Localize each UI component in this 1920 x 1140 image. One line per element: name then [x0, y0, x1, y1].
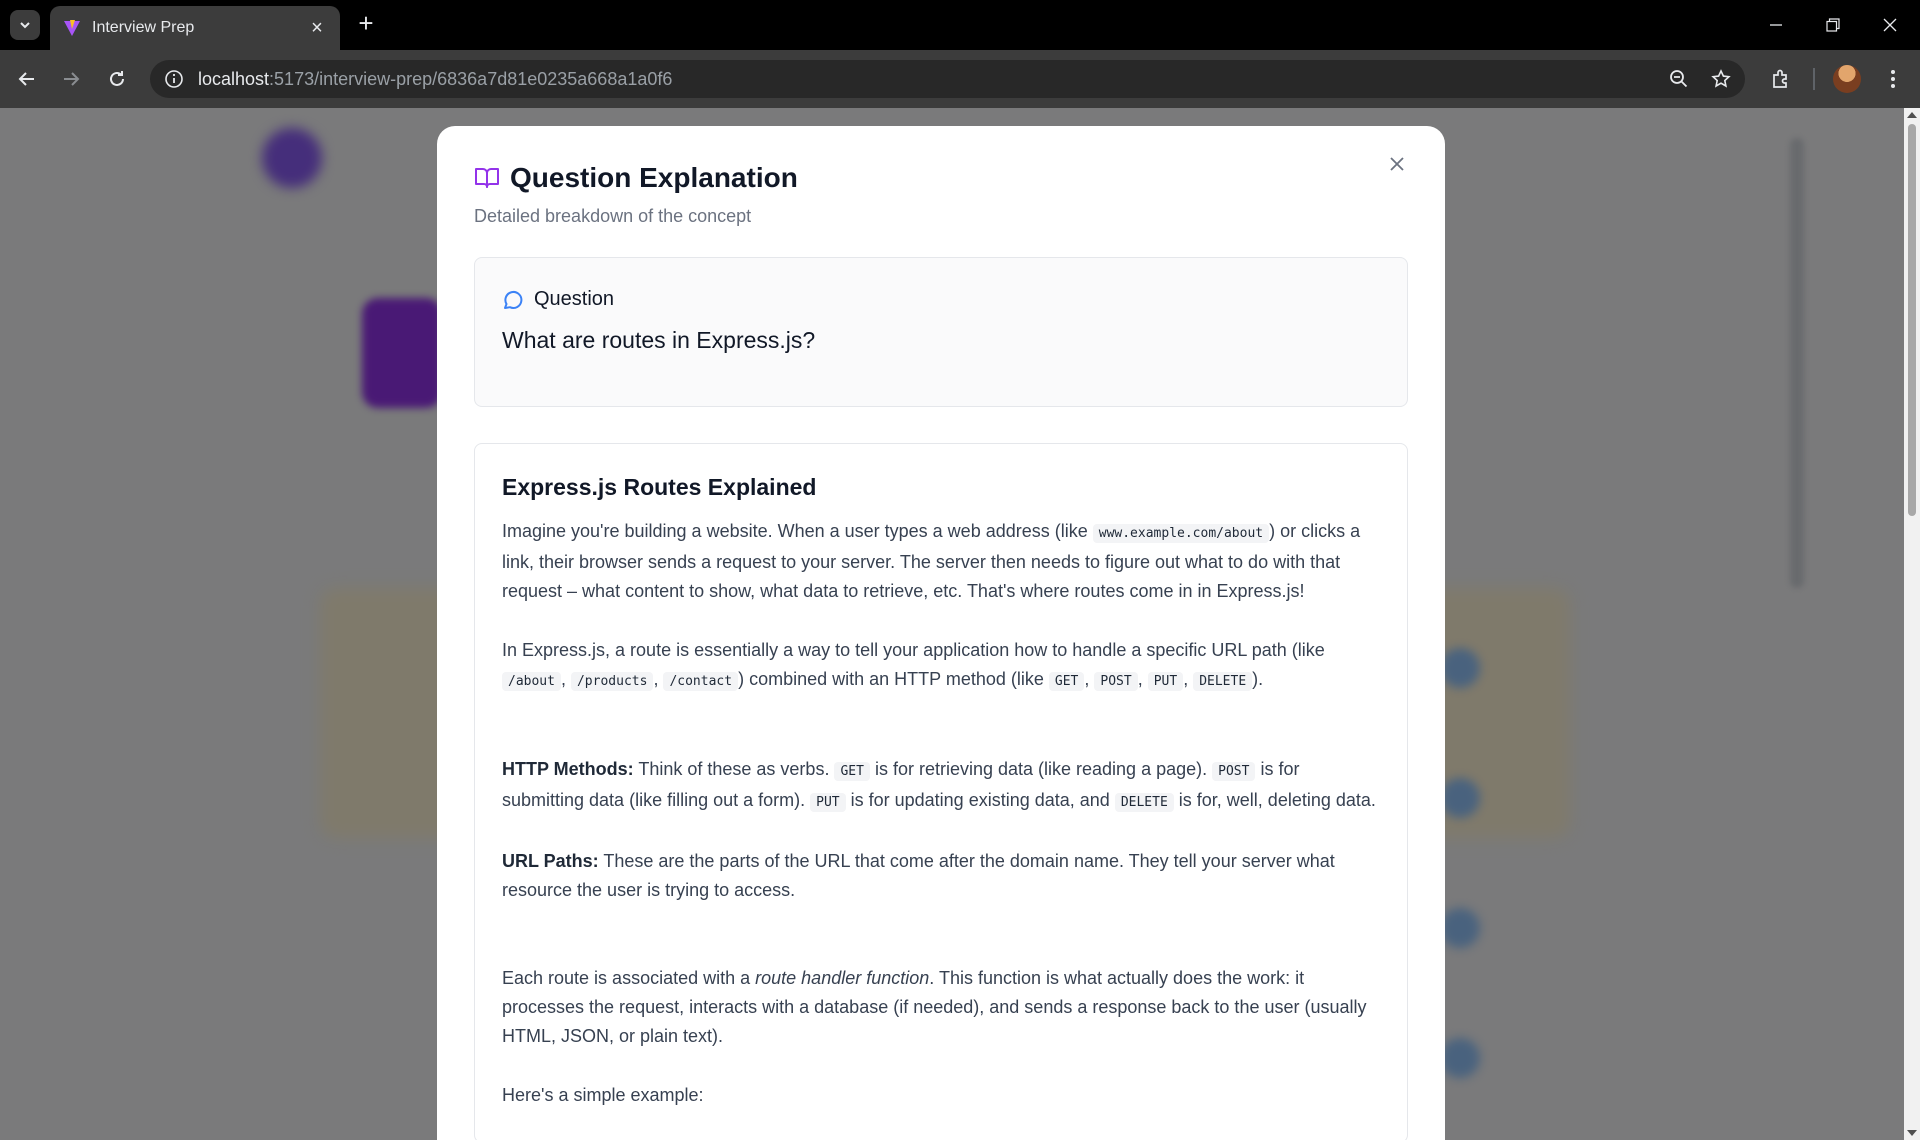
puzzle-icon [1773, 69, 1787, 88]
question-label-row: Question [502, 288, 1380, 311]
bookmark-star-icon[interactable] [1711, 69, 1731, 89]
browser-tab[interactable]: Interview Prep × [50, 6, 340, 50]
chevron-down-icon [20, 22, 30, 29]
inline-code: DELETE [1193, 672, 1253, 691]
vite-logo-icon [64, 20, 80, 36]
inline-code: /contact [663, 672, 739, 691]
inline-code: GET [834, 762, 870, 781]
arrow-right-icon [64, 72, 80, 86]
arrow-left-icon [18, 72, 34, 86]
explanation-paragraph: In Express.js, a route is essentially a … [502, 640, 1325, 691]
page-viewport: Question Explanation Detailed breakdown … [0, 108, 1920, 1140]
bold-term: URL Paths: [502, 851, 599, 871]
forward-button[interactable] [56, 64, 86, 94]
more-vert-icon [1891, 70, 1895, 88]
inline-code: PUT [1147, 672, 1184, 691]
scroll-down-arrow[interactable] [1907, 1130, 1917, 1136]
question-card: Question What are routes in Express.js? [474, 257, 1408, 407]
back-button[interactable] [12, 64, 42, 94]
explanation-paragraph: Imagine you're building a website. When … [502, 521, 1361, 601]
scroll-thumb[interactable] [1908, 124, 1916, 516]
book-open-icon [475, 168, 499, 188]
italic-term: route handler function [755, 968, 930, 988]
modal-close-button[interactable] [1385, 152, 1409, 176]
page-scrollbar[interactable] [1904, 108, 1920, 1140]
url-text: localhost:5173/interview-prep/6836a7d81e… [198, 68, 673, 89]
explanation-paragraph: HTTP Methods: Think of these as verbs. G… [502, 759, 1376, 812]
address-bar[interactable]: localhost:5173/interview-prep/6836a7d81e… [150, 60, 1745, 98]
inline-code: www.example.com/about [1092, 524, 1270, 543]
site-info-icon[interactable] [164, 69, 184, 89]
browser-toolbar: localhost:5173/interview-prep/6836a7d81e… [0, 50, 1920, 108]
browser-menu-button[interactable] [1880, 64, 1906, 94]
tab-title: Interview Prep [92, 19, 195, 36]
inline-code: PUT [810, 793, 846, 812]
inline-code: GET [1048, 672, 1085, 691]
restore-button[interactable] [1813, 10, 1853, 40]
bold-term: HTTP Methods: [502, 759, 634, 779]
browser-tab-bar: Interview Prep × + [0, 0, 1920, 50]
inline-code: POST [1212, 762, 1256, 781]
explanation-card: Express.js Routes Explained Imagine you'… [474, 443, 1408, 1140]
question-label: Question [534, 288, 615, 310]
explanation-paragraph: Each route is associated with a route ha… [502, 968, 1367, 1046]
tab-close-icon[interactable]: × [306, 17, 328, 40]
modal-header: Question Explanation [474, 162, 1408, 194]
restore-icon [1826, 18, 1840, 32]
reload-button[interactable] [102, 64, 132, 94]
reload-icon [110, 71, 124, 86]
inline-code: DELETE [1114, 793, 1174, 812]
question-text: What are routes in Express.js? [502, 327, 816, 353]
extensions-button[interactable] [1766, 64, 1796, 94]
scroll-up-arrow[interactable] [1907, 112, 1917, 118]
close-icon [1390, 157, 1404, 171]
minimize-button[interactable] [1756, 10, 1796, 40]
minimize-icon [1770, 24, 1782, 26]
tab-search-button[interactable] [10, 10, 40, 40]
inline-code: POST [1094, 672, 1138, 691]
zoom-icon[interactable] [1669, 69, 1689, 89]
avatar [1833, 65, 1861, 93]
explanation-title: Express.js Routes Explained [502, 474, 817, 500]
modal-title: Question Explanation [510, 162, 798, 193]
question-explanation-modal: Question Explanation Detailed breakdown … [437, 126, 1445, 1140]
explanation-paragraph: URL Paths: These are the parts of the UR… [502, 851, 1335, 900]
modal-subtitle: Detailed breakdown of the concept [474, 206, 752, 226]
toolbar-divider [1812, 64, 1816, 94]
explanation-paragraph: Here's a simple example: [502, 1085, 704, 1105]
new-tab-button[interactable]: + [352, 10, 380, 38]
message-circle-icon [504, 290, 523, 309]
close-window-icon [1883, 18, 1897, 32]
inline-code: /products [570, 672, 654, 691]
profile-button[interactable] [1832, 64, 1862, 94]
inline-code: /about [502, 672, 561, 691]
window-close-button[interactable] [1870, 10, 1910, 40]
